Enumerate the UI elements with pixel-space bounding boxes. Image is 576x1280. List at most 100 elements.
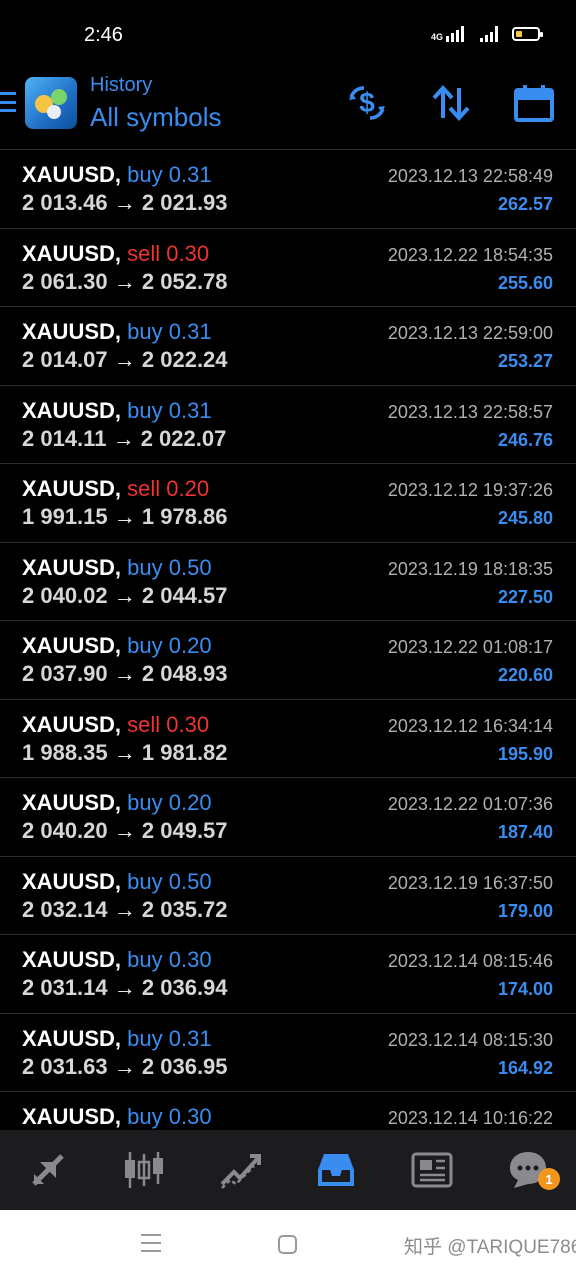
- home-icon[interactable]: [278, 1235, 297, 1254]
- trade-row[interactable]: XAUUSD, sell 0.30 2 061.30 → 2 052.78 2023…: [0, 229, 576, 307]
- trade-type: buy: [127, 947, 163, 972]
- trade-volume: 0.31: [168, 162, 212, 187]
- arrow-right-icon: →: [113, 818, 136, 843]
- trade-profit: 262.57: [497, 194, 553, 214]
- trade-time: 2023.12.13 22:58:57: [387, 401, 553, 422]
- trade-row[interactable]: XAUUSD, buy 0.30 2023.12.14 10:16:22: [0, 1092, 576, 1130]
- arrows-up-down-icon: [32, 1154, 64, 1186]
- tab-news[interactable]: [384, 1130, 480, 1210]
- header-title[interactable]: All symbols: [90, 102, 221, 133]
- trade-direction: buy 0.20: [127, 633, 211, 658]
- trade-direction: sell 0.30: [127, 712, 209, 737]
- trade-type: buy: [127, 319, 163, 344]
- trade-type: sell: [127, 240, 161, 266]
- open-price: 1 991.15: [22, 504, 108, 529]
- trade-profit: 246.76: [497, 429, 553, 450]
- close-price: 2 036.94: [141, 975, 228, 1000]
- trade-profit: 179.00: [497, 900, 553, 921]
- trade-volume: 0.31: [168, 397, 212, 423]
- trade-prices: 2 013.46 → 2 021.93: [22, 190, 228, 216]
- trade-time: 2023.12.13 22:58:49: [387, 166, 553, 186]
- trade-symbol: XAUUSD,: [22, 1025, 122, 1051]
- trade-time: 2023.12.19 18:18:35: [387, 558, 553, 579]
- trade-volume: 0.30: [168, 947, 212, 972]
- calendar-icon: [514, 85, 554, 122]
- trade-volume: 0.30: [166, 240, 210, 266]
- sort-button[interactable]: [429, 82, 473, 124]
- trade-header: XAUUSD, sell 0.30: [22, 241, 209, 267]
- trade-prices: 2 032.14 → 2 035.72: [22, 897, 228, 923]
- recent-apps-icon[interactable]: [141, 1234, 161, 1252]
- close-price: 2 048.93: [141, 661, 228, 686]
- open-price: 2 037.90: [22, 661, 108, 686]
- tab-messages[interactable]: 1: [480, 1130, 576, 1210]
- battery-icon: [512, 27, 543, 41]
- trade-symbol: XAUUSD,: [22, 476, 122, 501]
- close-price: 1 978.86: [141, 504, 228, 529]
- header-subtitle: History: [90, 74, 153, 96]
- trade-header: XAUUSD, sell 0.20: [22, 476, 209, 502]
- trade-prices: 2 014.11 → 2 022.07: [22, 426, 226, 452]
- trade-volume: 0.20: [168, 633, 212, 658]
- app-logo: [25, 77, 77, 129]
- trade-symbol: XAUUSD,: [22, 554, 122, 580]
- trade-time: 2023.12.14 08:15:46: [387, 951, 553, 971]
- svg-text:$: $: [359, 87, 375, 118]
- trade-type: buy: [127, 790, 163, 815]
- inbox-icon: [318, 1154, 354, 1186]
- trade-profit: 195.90: [497, 743, 553, 764]
- trade-profit: 164.92: [497, 1057, 553, 1078]
- cellular-signal-icon: 4G: [431, 26, 464, 42]
- trade-row[interactable]: XAUUSD, buy 0.31 2 031.63 → 2 036.95 2023.…: [0, 1014, 576, 1092]
- watermark: 知乎 @TARIQUE786: [404, 1237, 576, 1258]
- hamburger-menu-icon[interactable]: [0, 92, 16, 112]
- trade-row[interactable]: XAUUSD, buy 0.20 2 037.90 → 2 048.93 2023.…: [0, 621, 576, 700]
- trade-symbol: XAUUSD,: [22, 868, 122, 894]
- open-price: 2 040.02: [22, 582, 108, 608]
- close-price: 2 035.72: [141, 896, 228, 922]
- trade-row[interactable]: XAUUSD, buy 0.30 2 031.14 → 2 036.94 2023.…: [0, 935, 576, 1014]
- close-price: 1 981.82: [141, 739, 228, 765]
- trade-symbol: XAUUSD,: [22, 1104, 122, 1129]
- trade-type: buy: [127, 162, 163, 187]
- trade-type: sell: [127, 476, 161, 501]
- open-price: 2 031.14: [22, 975, 108, 1000]
- trade-type: buy: [127, 554, 163, 580]
- tab-chart[interactable]: [96, 1130, 192, 1210]
- trade-profit: 220.60: [497, 665, 553, 685]
- trade-symbol: XAUUSD,: [22, 397, 122, 423]
- trade-header: XAUUSD, buy 0.30: [22, 1104, 212, 1130]
- trade-profit: 253.27: [497, 351, 553, 371]
- trade-row[interactable]: XAUUSD, buy 0.50 2 032.14 → 2 035.72 2023.…: [0, 857, 576, 935]
- trade-type: buy: [127, 397, 163, 423]
- candlestick-icon: [125, 1152, 163, 1188]
- trade-row[interactable]: XAUUSD, buy 0.31 2 014.11 → 2 022.07 2023.…: [0, 386, 576, 464]
- trade-direction: buy 0.31: [127, 319, 211, 344]
- close-price: 2 022.24: [141, 347, 228, 372]
- trade-direction: buy 0.30: [127, 1104, 211, 1129]
- trade-profit: 227.50: [497, 586, 553, 607]
- status-time: 2:46: [84, 24, 123, 46]
- trade-row[interactable]: XAUUSD, sell 0.30 1 988.35 → 1 981.82 2023…: [0, 700, 576, 778]
- trade-history-list[interactable]: XAUUSD, buy 0.31 2 013.46 → 2 021.93 2023.…: [0, 150, 576, 1130]
- trade-direction: buy 0.50: [127, 869, 211, 894]
- open-price: 1 988.35: [22, 739, 108, 765]
- tab-history[interactable]: [288, 1130, 384, 1210]
- tab-quotes[interactable]: [0, 1130, 96, 1210]
- trade-row[interactable]: XAUUSD, buy 0.31 2 013.46 → 2 021.93 2023.…: [0, 150, 576, 229]
- deposit-withdraw-button[interactable]: $: [345, 82, 389, 124]
- arrow-right-icon: →: [113, 190, 136, 215]
- cellular-signal-2-icon: [480, 26, 498, 42]
- trade-profit: 174.00: [497, 979, 553, 999]
- trade-direction: buy 0.20: [127, 790, 211, 815]
- trade-row[interactable]: XAUUSD, buy 0.31 2 014.07 → 2 022.24 2023.…: [0, 307, 576, 386]
- trade-row[interactable]: XAUUSD, sell 0.20 1 991.15 → 1 978.86 2023…: [0, 464, 576, 543]
- tab-trade[interactable]: [192, 1130, 288, 1210]
- trade-prices: 1 991.15 → 1 978.86: [22, 504, 228, 530]
- trade-volume: 0.50: [168, 554, 212, 580]
- trade-type: buy: [127, 633, 163, 658]
- date-filter-button[interactable]: [512, 82, 556, 124]
- trade-row[interactable]: XAUUSD, buy 0.50 2 040.02 → 2 044.57 2023.…: [0, 543, 576, 621]
- trade-row[interactable]: XAUUSD, buy 0.20 2 040.20 → 2 049.57 2023.…: [0, 778, 576, 857]
- trade-symbol: XAUUSD,: [22, 790, 122, 815]
